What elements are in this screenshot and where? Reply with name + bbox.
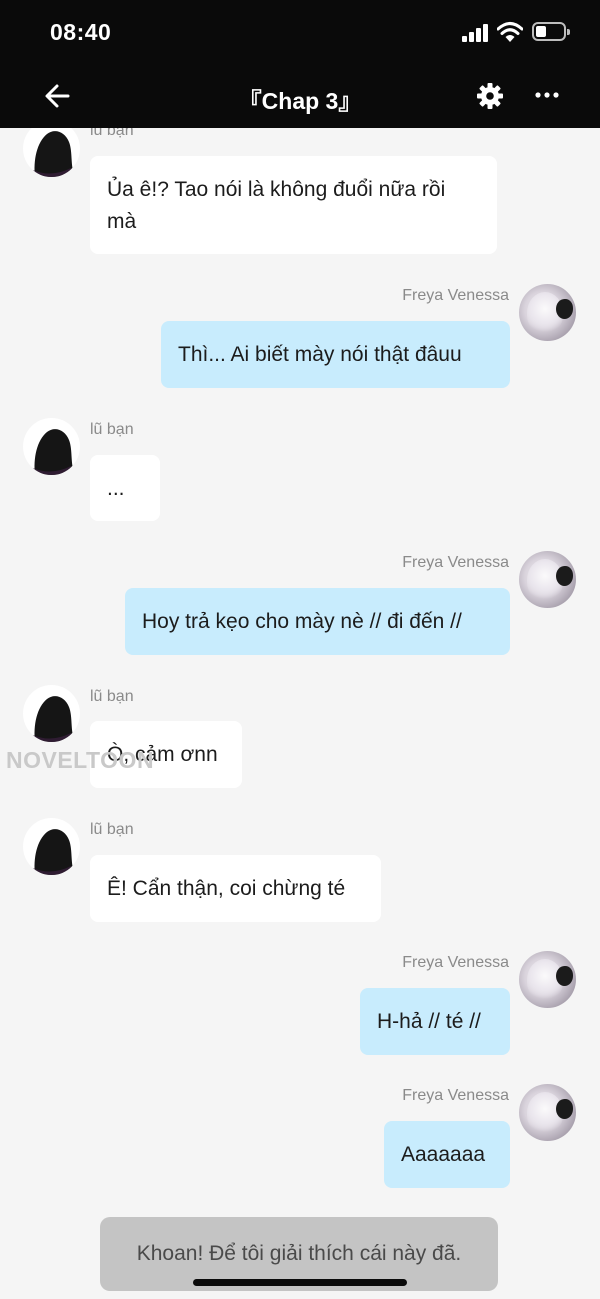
signal-icon — [462, 24, 490, 42]
message-bubble: Aaaaaaa — [384, 1121, 510, 1188]
home-indicator[interactable] — [193, 1279, 407, 1286]
user-avatar[interactable] — [519, 951, 576, 1008]
watermark-logo: NOVELTOON — [6, 747, 155, 773]
sender-name: lũ bạn — [90, 421, 134, 438]
more-dots-icon[interactable] — [534, 85, 560, 105]
friend-avatar[interactable] — [23, 120, 80, 177]
sender-name: lũ bạn — [90, 688, 134, 705]
message-bubble: Ủa ê!? Tao nói là không đuổi nữa rồi mà — [90, 156, 497, 254]
user-avatar[interactable] — [519, 1084, 576, 1141]
wifi-icon — [497, 22, 523, 42]
friend-avatar[interactable] — [23, 818, 80, 875]
chapter-title: 『Chap 3』 — [238, 88, 362, 114]
message-bubble: ... — [90, 455, 160, 521]
battery-icon — [532, 22, 570, 41]
user-avatar[interactable] — [519, 284, 576, 341]
top-bar: 08:40 『Chap 3』 — [0, 0, 600, 128]
sender-name: lũ bạn — [90, 821, 134, 838]
gear-icon[interactable] — [476, 82, 504, 110]
friend-avatar[interactable] — [23, 418, 80, 475]
message-bubble: Hoy trả kẹo cho mày nè // đi đến // — [125, 588, 510, 655]
message-bubble: H-hả // té // — [360, 988, 510, 1055]
status-time: 08:40 — [50, 19, 112, 45]
sender-name: Freya Venessa — [402, 1087, 509, 1104]
message-bubble: Ê! Cẩn thận, coi chừng té — [90, 855, 381, 922]
friend-avatar[interactable] — [23, 685, 80, 742]
sender-name: Freya Venessa — [402, 554, 509, 571]
user-avatar[interactable] — [519, 551, 576, 608]
message-bubble: Thì... Ai biết mày nói thật đâuu — [161, 321, 510, 388]
sender-name: Freya Venessa — [402, 954, 509, 971]
sender-name: Freya Venessa — [402, 287, 509, 304]
